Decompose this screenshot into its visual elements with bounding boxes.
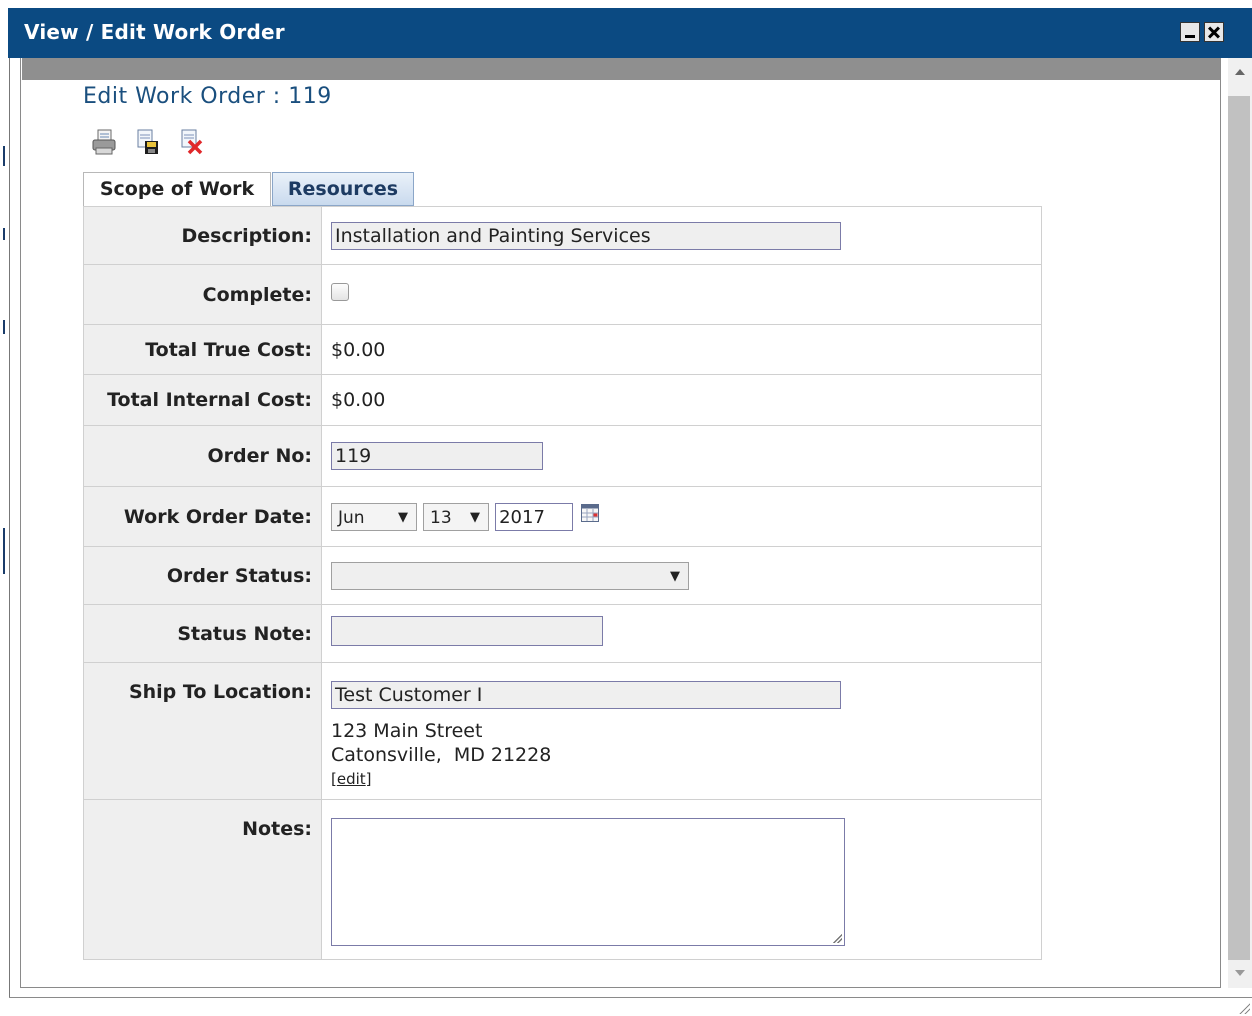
status-strip bbox=[9, 997, 1252, 1016]
address-line-1: 123 Main Street bbox=[331, 720, 483, 742]
form-row-complete: Complete: bbox=[83, 264, 1042, 325]
form-row-ship-to: Ship To Location: Test Customer I 123 Ma… bbox=[83, 662, 1042, 800]
order-status-label: Order Status: bbox=[83, 546, 322, 605]
notes-label: Notes: bbox=[83, 799, 322, 960]
vertical-scrollbar[interactable] bbox=[1228, 58, 1252, 988]
form-row-total-true-cost: Total True Cost: $0.00 bbox=[83, 324, 1042, 375]
form-row-total-internal-cost: Total Internal Cost: $0.00 bbox=[83, 374, 1042, 426]
complete-checkbox[interactable] bbox=[331, 283, 349, 301]
form-row-description: Description: Installation and Painting S… bbox=[83, 206, 1042, 265]
page-title: Edit Work Order : 119 bbox=[83, 84, 332, 109]
ship-to-address: 123 Main Street Catonsville, MD 21228 [e… bbox=[331, 719, 1041, 791]
edit-address: [edit] bbox=[331, 767, 1041, 791]
order-no-input[interactable]: 119 bbox=[331, 442, 543, 470]
status-note-label: Status Note: bbox=[83, 604, 322, 663]
chevron-down-icon: ▼ bbox=[398, 509, 408, 525]
address-line-2: Catonsville, MD 21228 bbox=[331, 744, 552, 766]
order-no-label: Order No: bbox=[83, 425, 322, 487]
chevron-down-icon: ▼ bbox=[470, 509, 481, 525]
edit-bracket-close: ] bbox=[365, 770, 372, 788]
scroll-down-arrow-icon[interactable] bbox=[1228, 958, 1252, 988]
minimize-button[interactable] bbox=[1180, 22, 1200, 42]
form-row-notes: Notes: bbox=[83, 799, 1042, 960]
ship-to-label: Ship To Location: bbox=[83, 662, 322, 800]
total-internal-cost-label: Total Internal Cost: bbox=[83, 374, 322, 426]
edit-address-link[interactable]: edit bbox=[337, 770, 366, 788]
form-row-status-note: Status Note: bbox=[83, 604, 1042, 663]
form-row-order-status: Order Status: ▼ bbox=[83, 546, 1042, 605]
scroll-up-arrow-icon[interactable] bbox=[1228, 58, 1252, 88]
textarea-resize-icon[interactable] bbox=[832, 933, 842, 943]
total-true-cost-value: $0.00 bbox=[321, 324, 1042, 375]
save-icon[interactable] bbox=[136, 128, 160, 156]
description-input[interactable]: Installation and Painting Services bbox=[331, 221, 841, 250]
work-order-form: Description: Installation and Painting S… bbox=[83, 206, 1042, 960]
total-internal-cost-value: $0.00 bbox=[321, 374, 1042, 426]
ship-to-input[interactable]: Test Customer I bbox=[331, 681, 841, 709]
description-label: Description: bbox=[83, 206, 322, 265]
cancel-icon[interactable] bbox=[180, 128, 204, 156]
month-select-value: Jun bbox=[338, 507, 365, 528]
total-true-cost-label: Total True Cost: bbox=[83, 324, 322, 375]
work-order-date-label: Work Order Date: bbox=[83, 486, 322, 547]
scroll-thumb[interactable] bbox=[1228, 96, 1250, 960]
window-title: View / Edit Work Order bbox=[24, 20, 285, 44]
tab-scope-of-work[interactable]: Scope of Work bbox=[83, 172, 271, 208]
status-note-input[interactable] bbox=[331, 616, 603, 646]
window-titlebar[interactable]: View / Edit Work Order bbox=[8, 8, 1252, 58]
form-row-order-no: Order No: 119 bbox=[83, 425, 1042, 487]
day-select-value: 13 bbox=[430, 507, 452, 528]
month-select[interactable]: Jun ▼ bbox=[331, 502, 417, 531]
close-button[interactable] bbox=[1204, 22, 1224, 42]
resize-grip-icon[interactable] bbox=[1238, 1002, 1250, 1014]
calendar-icon[interactable] bbox=[581, 503, 600, 522]
year-input[interactable]: 2017 bbox=[495, 502, 574, 531]
complete-label: Complete: bbox=[83, 264, 322, 325]
day-select[interactable]: 13 ▼ bbox=[423, 502, 490, 531]
tab-resources[interactable]: Resources bbox=[272, 172, 414, 206]
print-icon[interactable] bbox=[92, 128, 116, 156]
order-status-select[interactable]: ▼ bbox=[331, 561, 689, 590]
background-window-edge bbox=[0, 58, 8, 1015]
notes-textarea[interactable] bbox=[331, 818, 845, 946]
form-row-work-order-date: Work Order Date: Jun ▼ 13 ▼ 2017 bbox=[83, 486, 1042, 547]
chevron-down-icon: ▼ bbox=[670, 568, 680, 584]
